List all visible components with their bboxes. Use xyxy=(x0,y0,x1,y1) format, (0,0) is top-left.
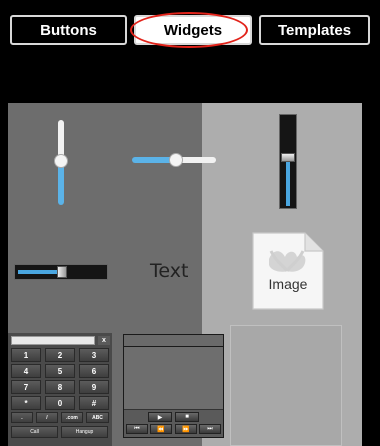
media-player: ▶ ■ ⏮ ⏪ ⏩ ⏭ xyxy=(123,334,224,438)
vertical-slider-knob[interactable] xyxy=(54,154,68,168)
keypad-key-hash[interactable]: # xyxy=(79,396,109,410)
keypad-key-dot[interactable]: . xyxy=(11,412,33,423)
tab-widgets[interactable]: Widgets xyxy=(134,15,252,45)
rewind-icon[interactable]: ⏪ xyxy=(150,424,172,434)
keypad-key-6[interactable]: 6 xyxy=(79,364,109,378)
keypad-key-8[interactable]: 8 xyxy=(45,380,75,394)
image-widget-label: Image xyxy=(269,276,308,292)
image-placeholder-icon: Image xyxy=(252,232,324,310)
player-controls: ▶ ■ ⏮ ⏪ ⏩ ⏭ xyxy=(124,409,223,437)
keypad-hangup-button[interactable]: Hangup xyxy=(61,426,108,438)
keypad-key-1[interactable]: 1 xyxy=(11,348,41,362)
keypad-key-9[interactable]: 9 xyxy=(79,380,109,394)
vertical-fader[interactable] xyxy=(279,114,297,209)
scrollbar[interactable] xyxy=(362,103,380,446)
keypad-clear-button[interactable]: x xyxy=(98,336,110,345)
horizontal-slider-knob[interactable] xyxy=(169,153,183,167)
widget-tabs: Buttons Widgets Templates xyxy=(10,15,370,45)
keypad-key-3[interactable]: 3 xyxy=(79,348,109,362)
image-widget[interactable]: Image xyxy=(247,231,327,313)
keypad-key-abc[interactable]: ABC xyxy=(86,412,109,423)
stop-icon[interactable]: ■ xyxy=(175,412,199,422)
keypad-key-2[interactable]: 2 xyxy=(45,348,75,362)
horizontal-fader[interactable] xyxy=(14,264,108,280)
keypad-key-5[interactable]: 5 xyxy=(45,364,75,378)
horizontal-fader-fill xyxy=(18,270,62,274)
horizontal-fader-thumb[interactable] xyxy=(57,266,67,278)
vertical-fader-fill xyxy=(286,160,290,206)
play-icon[interactable]: ▶ xyxy=(148,412,172,422)
fast-forward-icon[interactable]: ⏩ xyxy=(175,424,197,434)
keypad-key-slash[interactable]: / xyxy=(36,412,58,423)
text-widget[interactable]: Text xyxy=(150,260,188,282)
keypad-key-dotcom[interactable]: .com xyxy=(61,412,83,423)
keypad-key-7[interactable]: 7 xyxy=(11,380,41,394)
keypad-call-button[interactable]: Call xyxy=(11,426,58,438)
player-screen[interactable] xyxy=(124,347,223,409)
player-title-bar xyxy=(124,335,223,347)
skip-forward-icon[interactable]: ⏭ xyxy=(199,424,221,434)
vertical-fader-thumb[interactable] xyxy=(281,153,295,162)
keypad-key-4[interactable]: 4 xyxy=(11,364,41,378)
tab-buttons[interactable]: Buttons xyxy=(10,15,127,45)
keypad-key-star[interactable]: * xyxy=(11,396,41,410)
dial-keypad: x 1 2 3 4 5 6 7 8 9 * 0 # . / .com ABC C… xyxy=(8,333,112,446)
tab-templates[interactable]: Templates xyxy=(259,15,370,45)
keypad-key-0[interactable]: 0 xyxy=(45,396,75,410)
skip-back-icon[interactable]: ⏮ xyxy=(126,424,148,434)
keypad-display[interactable] xyxy=(11,336,95,345)
empty-widget-area xyxy=(230,325,342,446)
